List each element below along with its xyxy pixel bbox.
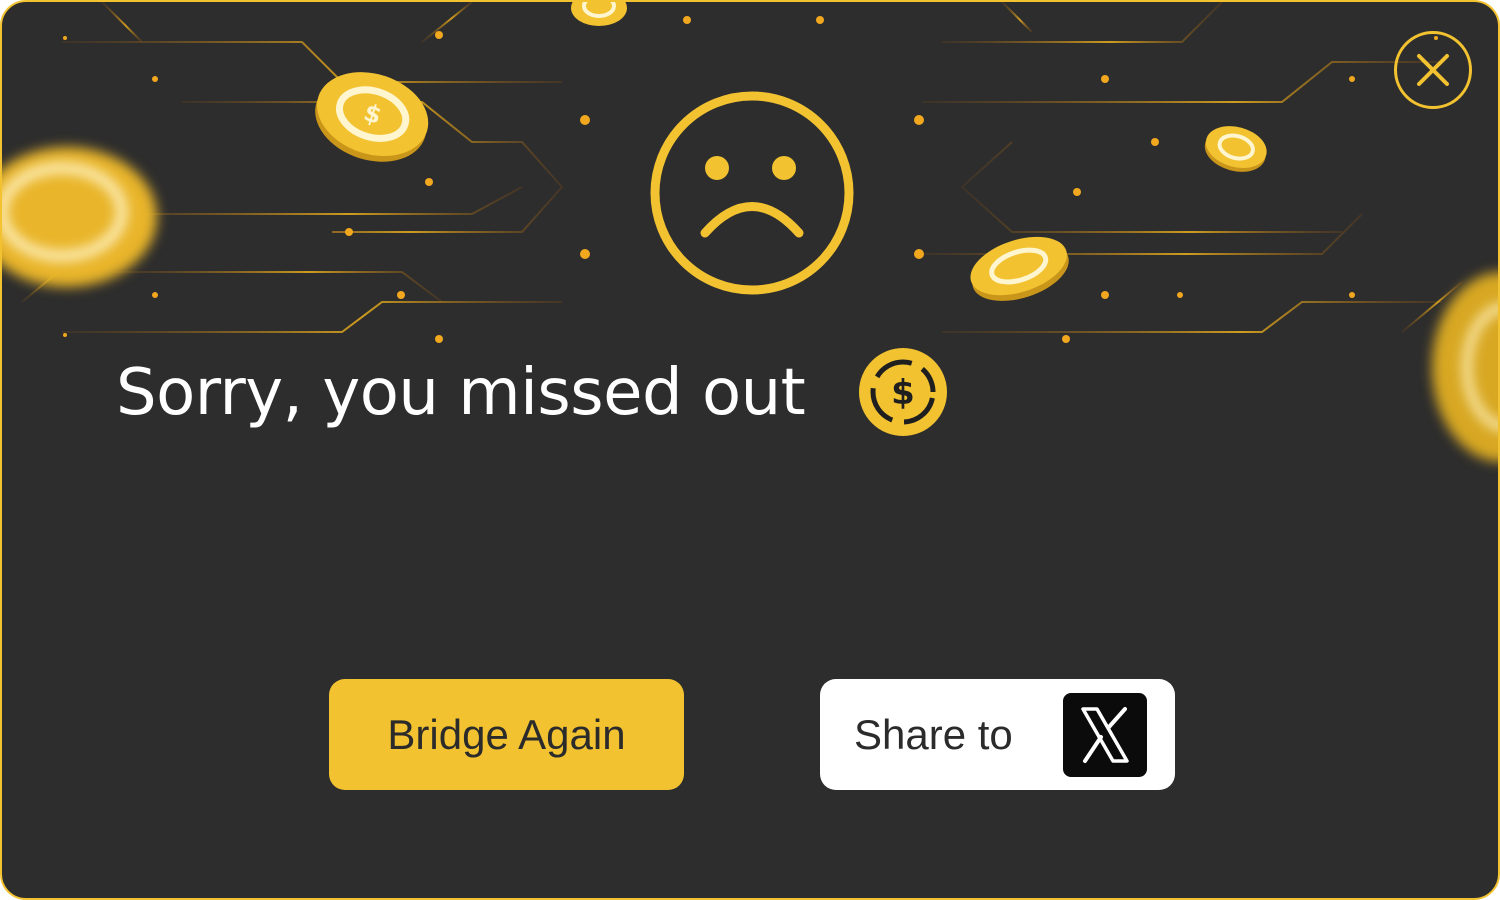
missed-out-dialog: $ Sorry, you missed out $ Bridge Again S… xyxy=(0,0,1500,900)
blurred-coin-left xyxy=(2,147,157,287)
bridge-again-label: Bridge Again xyxy=(387,711,626,758)
coin-top-left: $ xyxy=(315,72,429,162)
x-logo-icon xyxy=(1063,693,1147,777)
sad-face-icon xyxy=(650,91,854,295)
usdc-coin-icon: $ xyxy=(859,348,947,436)
blurred-coin-right xyxy=(1432,272,1498,462)
headline: Sorry, you missed out xyxy=(116,356,806,430)
bridge-again-button[interactable]: Bridge Again xyxy=(329,679,684,790)
share-to-x-button[interactable]: Share to xyxy=(820,679,1175,790)
coin-right-center xyxy=(970,236,1069,301)
coin-top-center xyxy=(571,2,627,26)
coin-right-small xyxy=(1204,126,1267,172)
close-icon xyxy=(1417,54,1449,86)
share-label: Share to xyxy=(854,711,1013,758)
close-button[interactable] xyxy=(1394,31,1472,109)
svg-text:$: $ xyxy=(891,373,915,413)
